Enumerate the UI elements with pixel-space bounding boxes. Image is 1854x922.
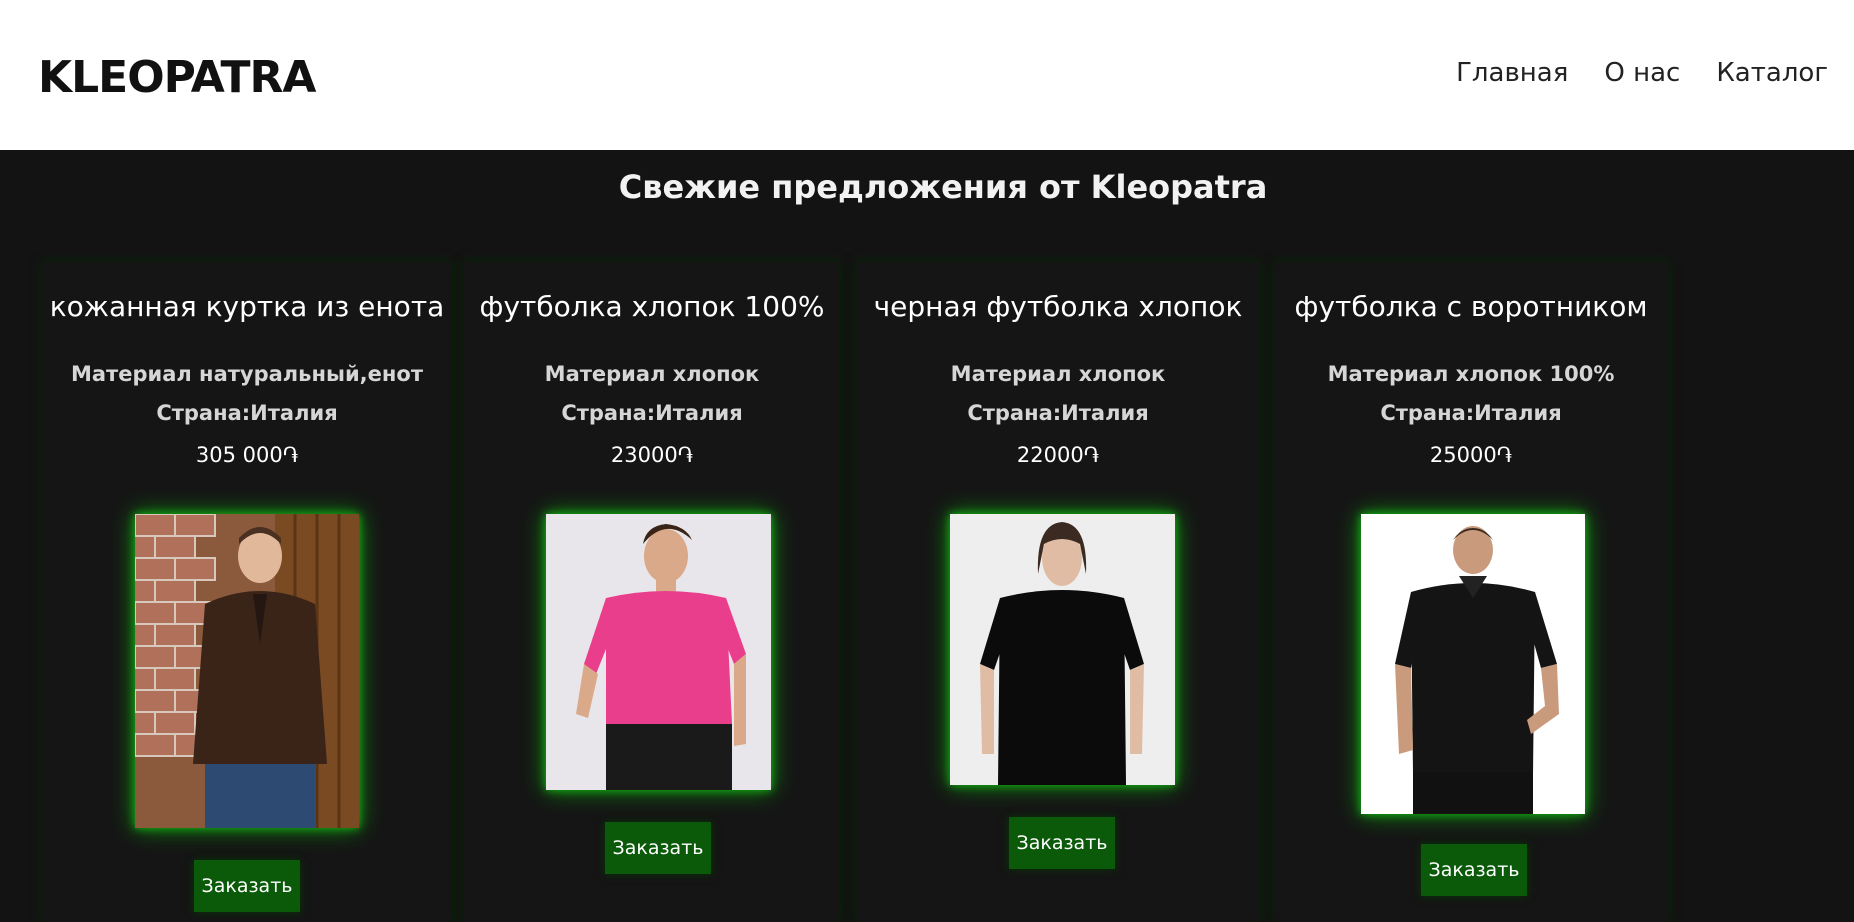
product-card: черная футболка хлопок Материал хлопок С…	[856, 262, 1260, 922]
product-country: Страна:Италия	[1380, 401, 1562, 425]
product-description: Материал натуральный,енот Страна:Италия	[42, 355, 452, 433]
nav-link-catalog[interactable]: Каталог	[1716, 58, 1828, 88]
product-description: Материал хлопок 100% Страна:Италия	[1274, 355, 1668, 433]
product-name: кожанная куртка из енота	[49, 290, 445, 323]
order-button[interactable]: Заказать	[194, 860, 300, 912]
site-logo[interactable]: KLEOPATRA	[38, 52, 316, 103]
product-price: 25000֏	[1429, 443, 1513, 467]
product-country: Страна:Италия	[561, 401, 743, 425]
product-card: кожанная куртка из енота Материал натура…	[42, 262, 452, 922]
nav-link-home[interactable]: Главная	[1456, 58, 1568, 88]
product-card: футболка с воротником Материал хлопок 10…	[1274, 262, 1668, 922]
section-title: Свежие предложения от Kleopatra	[618, 168, 1268, 206]
site-header: KLEOPATRA Главная О нас Каталог	[0, 0, 1854, 150]
product-country: Страна:Италия	[967, 401, 1149, 425]
product-price: 305 000֏	[195, 443, 299, 467]
order-button[interactable]: Заказать	[1009, 817, 1115, 869]
product-description: Материал хлопок Страна:Италия	[464, 355, 840, 433]
product-image[interactable]	[1361, 514, 1585, 814]
product-image[interactable]	[546, 514, 771, 790]
product-price: 23000֏	[610, 443, 694, 467]
nav-link-about[interactable]: О нас	[1604, 58, 1680, 88]
product-image[interactable]	[135, 514, 359, 828]
product-country: Страна:Италия	[156, 401, 338, 425]
product-card: футболка хлопок 100% Материал хлопок Стр…	[464, 262, 840, 922]
product-name: футболка с воротником	[1294, 290, 1648, 323]
product-description: Материал хлопок Страна:Италия	[856, 355, 1260, 433]
order-button[interactable]: Заказать	[605, 822, 711, 874]
product-grid: кожанная куртка из енота Материал натура…	[0, 262, 1854, 922]
product-material: Материал хлопок	[950, 362, 1166, 386]
product-image[interactable]	[950, 514, 1175, 785]
product-material: Материал натуральный,енот	[70, 362, 424, 386]
product-name: футболка хлопок 100%	[479, 290, 825, 323]
product-name: черная футболка хлопок	[873, 290, 1243, 323]
product-material: Материал хлопок 100%	[1327, 362, 1615, 386]
product-price: 22000֏	[1016, 443, 1100, 467]
product-material: Материал хлопок	[544, 362, 760, 386]
main-nav: Главная О нас Каталог	[1456, 58, 1828, 88]
order-button[interactable]: Заказать	[1421, 844, 1527, 896]
